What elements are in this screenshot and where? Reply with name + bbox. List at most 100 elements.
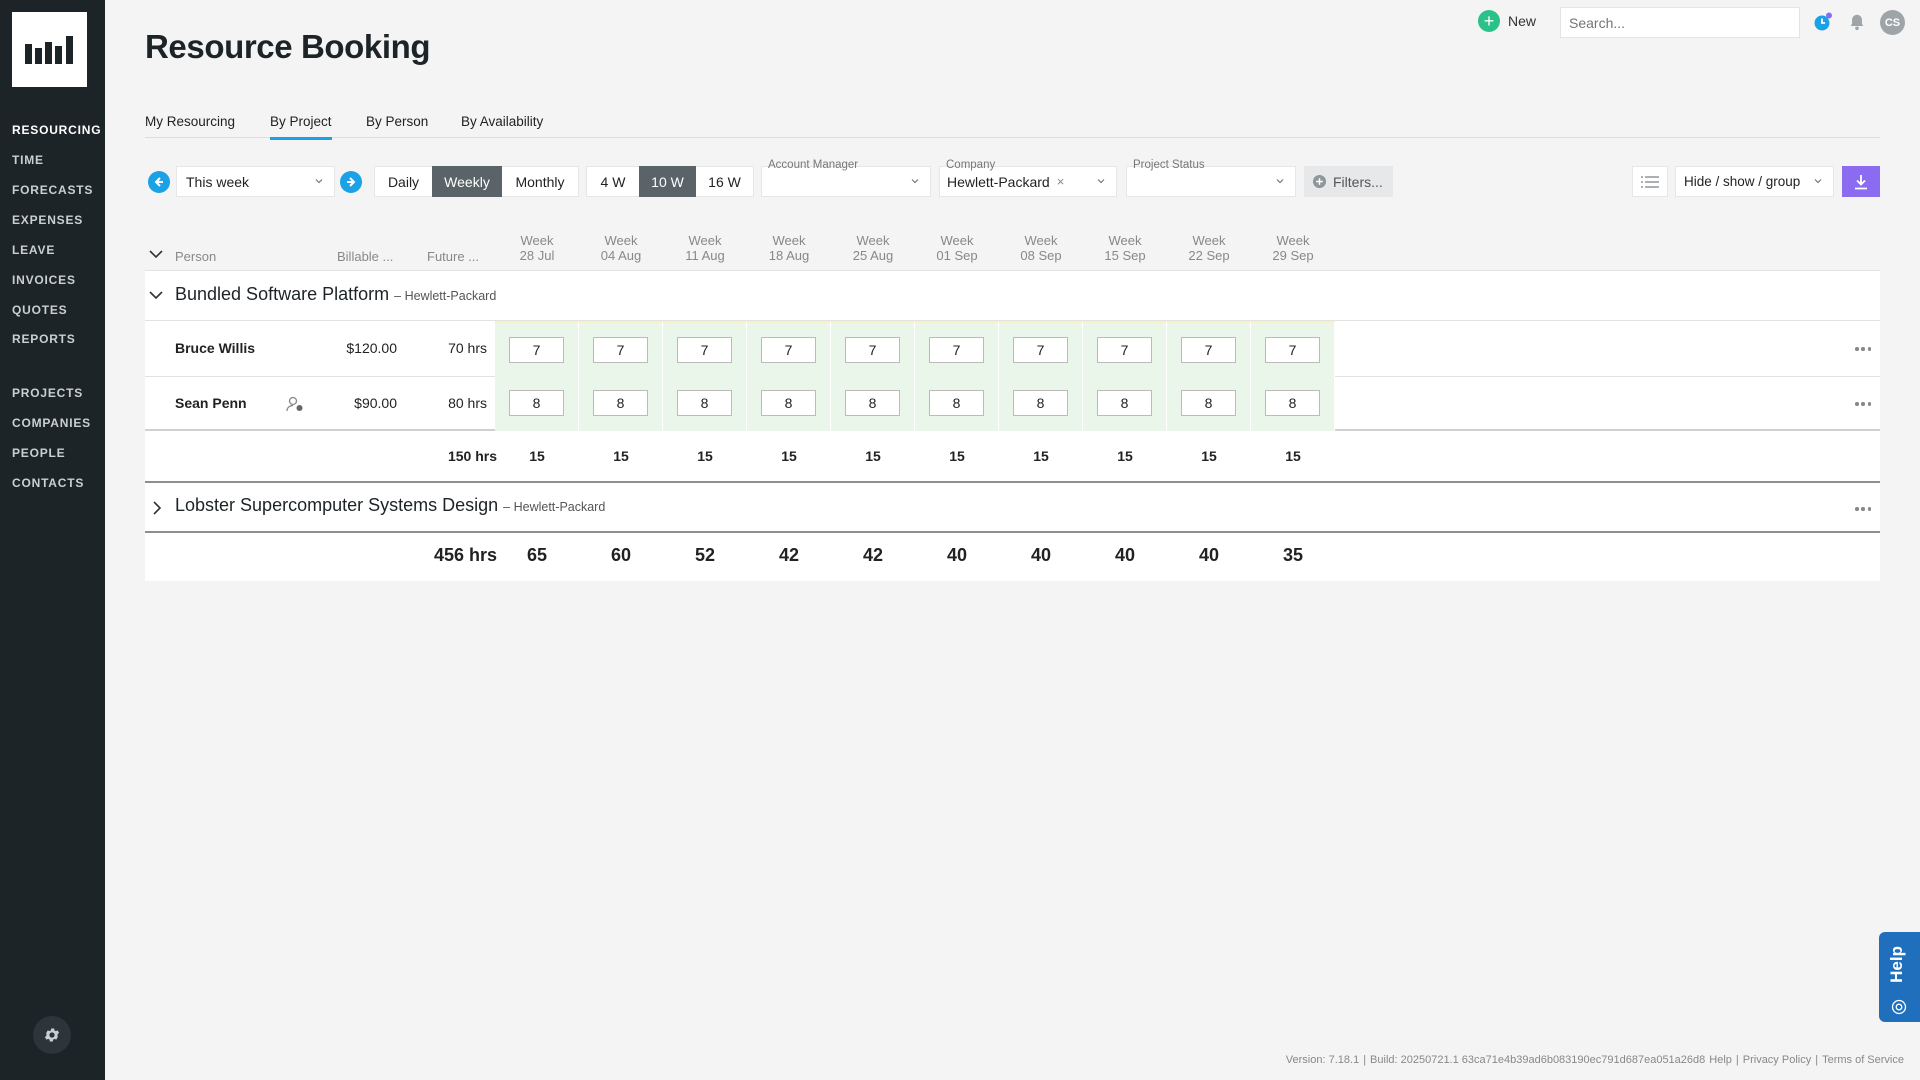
filters-button[interactable]: Filters... (1304, 166, 1393, 197)
chevron-down-icon (1814, 179, 1822, 184)
hours-input[interactable]: 8 (761, 390, 816, 416)
hours-input[interactable]: 8 (1013, 390, 1068, 416)
sidebar-item-expenses[interactable]: EXPENSES (12, 213, 83, 227)
grand-week-total: 42 (778, 545, 800, 565)
hide-show-group-select[interactable]: Hide / show / group (1675, 166, 1834, 197)
hours-input[interactable]: 8 (509, 390, 564, 416)
hours-input[interactable]: 7 (1181, 337, 1236, 363)
person-name[interactable]: Bruce Willis (175, 340, 255, 356)
hours-input[interactable]: 8 (593, 390, 648, 416)
hours-input[interactable]: 7 (1013, 337, 1068, 363)
app-logo[interactable] (12, 12, 87, 87)
chevron-right-icon[interactable] (151, 500, 163, 516)
chevron-down-icon[interactable] (148, 289, 164, 301)
footer-privacy-link[interactable]: Privacy Policy (1743, 1054, 1811, 1066)
hours-input[interactable]: 8 (1265, 390, 1320, 416)
monthly-option[interactable]: Monthly (502, 166, 578, 197)
sidebar-item-time[interactable]: TIME (12, 153, 44, 167)
span-16w-option[interactable]: 16 W (696, 166, 753, 197)
hours-input[interactable]: 7 (761, 337, 816, 363)
week-label: Week (856, 233, 890, 248)
tab-by-person[interactable]: By Person (366, 114, 428, 137)
user-avatar[interactable]: CS (1880, 10, 1905, 35)
week-label: Week (688, 233, 722, 248)
booking-cell: 7 (663, 321, 747, 376)
booking-cell: 8 (915, 376, 999, 431)
search-input[interactable] (1560, 7, 1800, 38)
project-title: Lobster Supercomputer Systems Design – H… (175, 495, 605, 516)
grand-week-total: 40 (1114, 545, 1136, 565)
span-4w-option[interactable]: 4 W (587, 166, 639, 197)
hours-input[interactable]: 8 (845, 390, 900, 416)
grand-week-total: 52 (694, 545, 716, 565)
footer-help-link[interactable]: Help (1709, 1054, 1732, 1066)
person-column-header[interactable]: Person (175, 249, 216, 264)
hours-input[interactable]: 7 (1265, 337, 1320, 363)
future-hours: 70 hrs (448, 340, 487, 356)
week-total: 15 (613, 448, 629, 464)
list-view-button[interactable] (1632, 166, 1668, 197)
settings-button[interactable] (33, 1016, 71, 1054)
booking-cell: 8 (663, 376, 747, 431)
daily-option[interactable]: Daily (375, 166, 432, 197)
help-tab[interactable]: Help (1879, 932, 1920, 1022)
grand-week-total: 35 (1282, 545, 1304, 565)
arrow-left-icon (154, 177, 163, 187)
project-group-header[interactable]: Lobster Supercomputer Systems Design – H… (145, 483, 1880, 532)
hours-input[interactable]: 8 (677, 390, 732, 416)
sidebar-item-resourcing[interactable]: RESOURCING (12, 123, 101, 137)
tab-by-project[interactable]: By Project (270, 114, 332, 140)
page-title: Resource Booking (145, 28, 431, 65)
download-button[interactable] (1842, 166, 1880, 197)
hours-input[interactable]: 7 (929, 337, 984, 363)
project-group-header[interactable]: Bundled Software Platform – Hewlett-Pack… (145, 271, 1880, 320)
person-name[interactable]: Sean Penn (175, 395, 247, 411)
week-column-header: Week 15 Sep (1083, 233, 1167, 263)
booking-cell: 7 (1083, 321, 1167, 376)
billable-column-header[interactable]: Billable ... (337, 249, 393, 264)
next-week-button[interactable] (340, 171, 362, 193)
sidebar-item-people[interactable]: PEOPLE (12, 446, 65, 460)
span-10w-option[interactable]: 10 W (639, 166, 696, 197)
new-button[interactable]: + New (1478, 10, 1536, 32)
more-options-icon[interactable] (1855, 507, 1871, 511)
weekly-option[interactable]: Weekly (432, 166, 502, 197)
future-column-header[interactable]: Future ... (427, 249, 479, 264)
download-icon (1855, 174, 1867, 189)
hours-input[interactable]: 7 (509, 337, 564, 363)
sidebar-item-contacts[interactable]: CONTACTS (12, 476, 84, 490)
tab-my-resourcing[interactable]: My Resourcing (145, 114, 235, 137)
hours-input[interactable]: 7 (845, 337, 900, 363)
hours-input[interactable]: 7 (677, 337, 732, 363)
plus-circle-icon (1312, 174, 1327, 189)
footer-terms-link[interactable]: Terms of Service (1822, 1054, 1904, 1066)
hours-input[interactable]: 8 (929, 390, 984, 416)
sidebar-item-forecasts[interactable]: FORECASTS (12, 183, 93, 197)
more-options-icon[interactable] (1855, 347, 1871, 351)
tab-by-availability[interactable]: By Availability (461, 114, 543, 137)
collapse-all-icon[interactable] (148, 248, 164, 260)
bell-icon[interactable] (1846, 11, 1868, 33)
booking-cell: 8 (579, 376, 663, 431)
sidebar-item-projects[interactable]: PROJECTS (12, 386, 83, 400)
timer-icon[interactable] (1812, 11, 1834, 33)
date-range-select[interactable]: This week (176, 166, 335, 197)
hours-input[interactable]: 7 (593, 337, 648, 363)
previous-week-button[interactable] (148, 171, 170, 193)
sidebar-item-quotes[interactable]: QUOTES (12, 303, 67, 317)
week-column-header: Week 25 Aug (831, 233, 915, 263)
future-hours: 80 hrs (448, 395, 487, 411)
person-settings-icon[interactable] (286, 396, 304, 412)
booking-cell: 8 (495, 376, 579, 431)
clear-company-icon[interactable]: × (1057, 174, 1065, 189)
sidebar-item-reports[interactable]: REPORTS (12, 332, 76, 346)
sidebar-item-companies[interactable]: COMPANIES (12, 416, 91, 430)
sidebar-item-invoices[interactable]: INVOICES (12, 273, 76, 287)
hours-input[interactable]: 8 (1097, 390, 1152, 416)
sidebar-item-leave[interactable]: LEAVE (12, 243, 55, 257)
hours-input[interactable]: 7 (1097, 337, 1152, 363)
hours-input[interactable]: 8 (1181, 390, 1236, 416)
span-toggle: 4 W 10 W 16 W (586, 166, 754, 197)
more-options-icon[interactable] (1855, 402, 1871, 406)
week-date: 29 Sep (1272, 248, 1314, 263)
